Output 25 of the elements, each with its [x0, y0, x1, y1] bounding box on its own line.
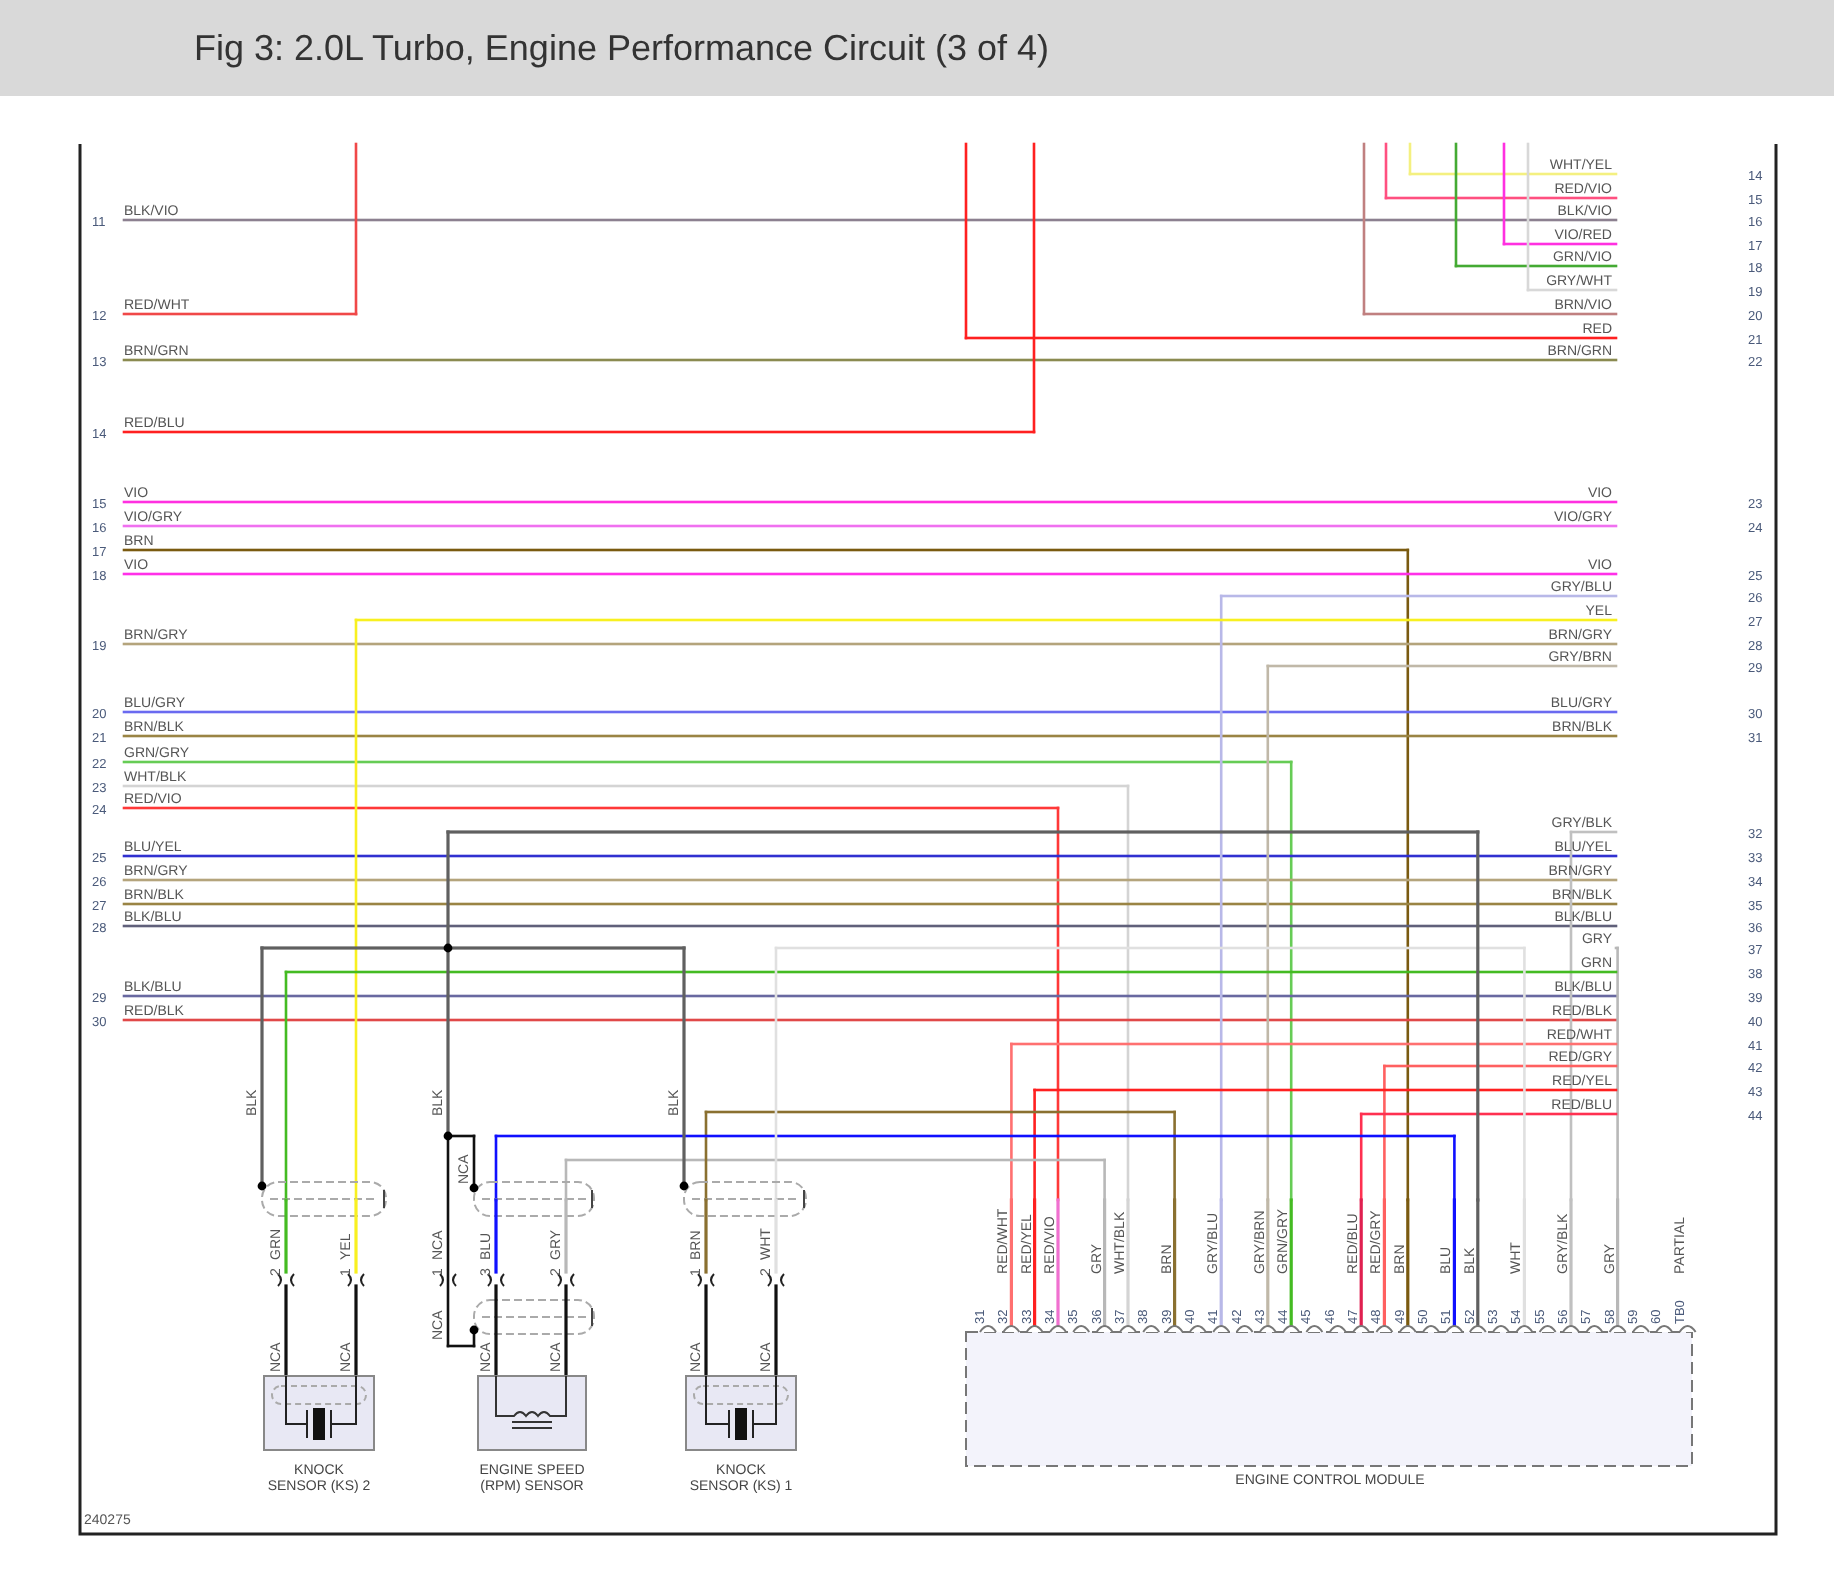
- wire: [354, 1284, 358, 1378]
- pin-connector-icon: [439, 1273, 457, 1287]
- wire: [494, 1284, 498, 1378]
- shield-outline: [683, 1181, 807, 1217]
- knock-element-icon: [693, 1375, 789, 1440]
- knock-element-icon: [271, 1375, 367, 1440]
- junction-dot: [257, 1181, 267, 1191]
- pin-connector-icon: [557, 1273, 575, 1287]
- pin-connector-icon: [767, 1273, 785, 1287]
- figure-title: Fig 3: 2.0L Turbo, Engine Performance Circuit (3 of 4): [194, 25, 1050, 72]
- shield-outline: [473, 1299, 595, 1335]
- shield-outline: [261, 1181, 387, 1217]
- junction-dot: [679, 1181, 689, 1191]
- wire: [284, 1284, 288, 1378]
- wire: [564, 1284, 568, 1378]
- coil-icon: [495, 1375, 567, 1429]
- pin-connector-icon: [487, 1273, 505, 1287]
- pin-connector-icon: [697, 1273, 715, 1287]
- pin-connector-icon: [277, 1273, 295, 1287]
- wire: [774, 1284, 778, 1378]
- pin-connector-icon: [347, 1273, 365, 1287]
- wire: [704, 1284, 708, 1378]
- sensor-body: [477, 1375, 587, 1451]
- junction-dot: [443, 943, 453, 953]
- shield-outline: [473, 1181, 595, 1217]
